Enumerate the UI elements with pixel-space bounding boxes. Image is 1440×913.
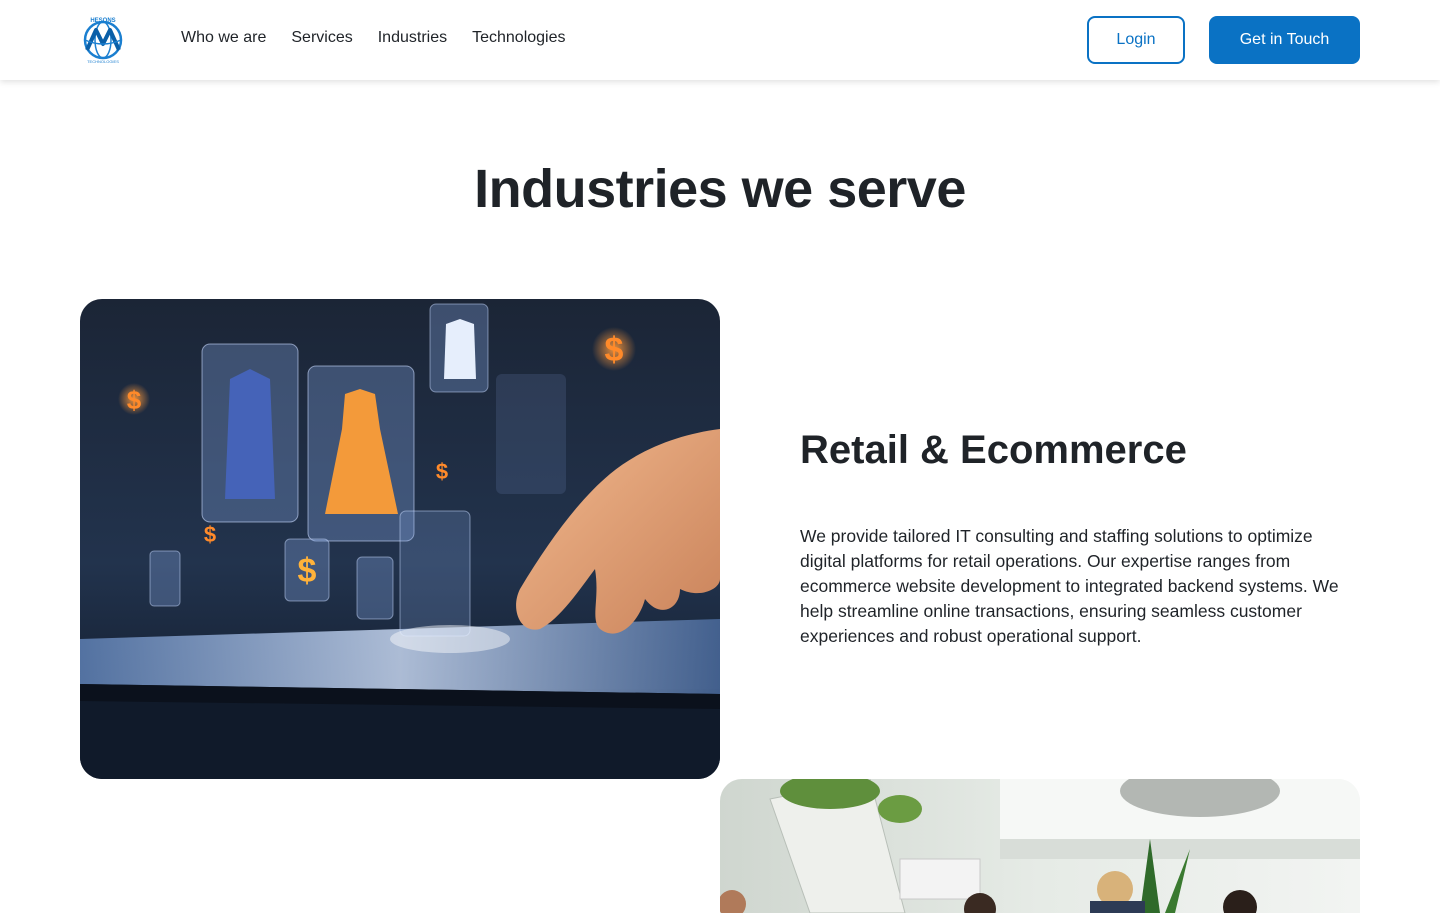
logo-bottom-text: TECHNOLOGIES xyxy=(87,59,119,64)
svg-text:$: $ xyxy=(436,459,448,484)
login-button[interactable]: Login xyxy=(1087,16,1185,64)
logo-top-text: HESONS xyxy=(90,18,115,24)
nav-item-industries[interactable]: Industries xyxy=(378,28,447,48)
get-in-touch-button[interactable]: Get in Touch xyxy=(1209,16,1360,64)
logo[interactable]: HESONS TECHNOLOGIES xyxy=(80,16,126,64)
page-title: Industries we serve xyxy=(474,159,966,219)
main-nav: Who we are Services Industries Technolog… xyxy=(181,28,566,48)
svg-text:$: $ xyxy=(605,331,624,369)
svg-text:$: $ xyxy=(127,385,142,415)
site-header: HESONS TECHNOLOGIES Who we are Services … xyxy=(0,0,1440,80)
nav-item-who-we-are[interactable]: Who we are xyxy=(181,28,266,48)
globe-logo-icon: HESONS TECHNOLOGIES xyxy=(83,18,123,64)
svg-text:$: $ xyxy=(298,552,317,590)
industry-heading-retail: Retail & Ecommerce xyxy=(800,428,1187,472)
nav-item-technologies[interactable]: Technologies xyxy=(472,28,565,48)
office-meeting-image xyxy=(720,779,1360,913)
industry-description-retail: We provide tailored IT consulting and st… xyxy=(800,526,1339,646)
nav-item-services[interactable]: Services xyxy=(291,28,352,48)
svg-text:$: $ xyxy=(204,522,216,547)
retail-hologram-image: $ $ $ $ $ xyxy=(80,299,720,779)
